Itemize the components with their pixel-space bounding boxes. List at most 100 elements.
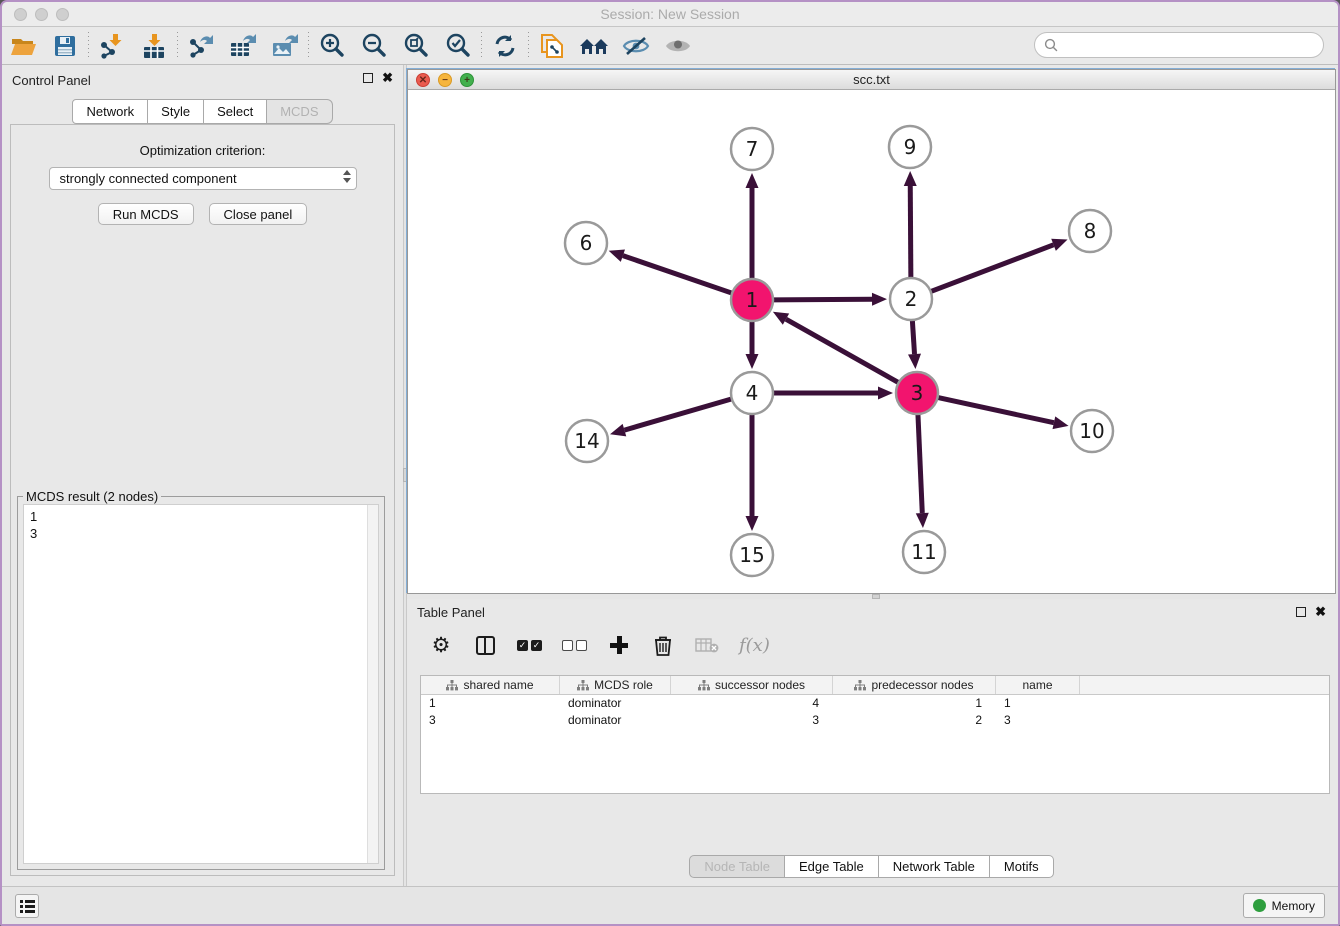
graph-node-label: 6 bbox=[580, 231, 593, 255]
save-session-icon[interactable] bbox=[44, 31, 86, 61]
zoom-in-icon[interactable] bbox=[311, 31, 353, 61]
memory-button[interactable]: Memory bbox=[1243, 893, 1325, 918]
column-view-icon[interactable] bbox=[473, 633, 497, 657]
search-icon bbox=[1044, 38, 1058, 52]
graph-node-label: 1 bbox=[746, 288, 759, 312]
criterion-dropdown[interactable]: strongly connected component bbox=[49, 167, 357, 190]
edge-arrow bbox=[609, 250, 625, 262]
cell-successor-nodes[interactable]: 3 bbox=[671, 712, 833, 729]
edge-4-14[interactable] bbox=[624, 399, 731, 430]
close-table-panel-icon[interactable]: ✖ bbox=[1315, 607, 1326, 617]
edge-arrow bbox=[904, 171, 917, 186]
graph-node-label: 4 bbox=[746, 381, 759, 405]
network-window: ✕ − + scc.txt 7968124314101511 bbox=[407, 69, 1336, 594]
open-file-icon[interactable] bbox=[2, 31, 44, 61]
delete-table-icon[interactable] bbox=[695, 633, 719, 657]
cell-shared-name[interactable]: 1 bbox=[421, 695, 560, 712]
edge-1-2[interactable] bbox=[773, 299, 872, 300]
float-table-panel-icon[interactable] bbox=[1296, 607, 1306, 617]
show-all-icon[interactable] bbox=[657, 31, 699, 61]
table-row[interactable]: 3dominator323 bbox=[421, 712, 1329, 729]
column-header-name[interactable]: name bbox=[996, 676, 1080, 694]
graph-node-label: 11 bbox=[911, 540, 936, 564]
cell-shared-name[interactable]: 3 bbox=[421, 712, 560, 729]
column-header-MCDS-role[interactable]: MCDS role bbox=[560, 676, 671, 694]
tab-motifs[interactable]: Motifs bbox=[990, 855, 1054, 878]
dropdown-stepper-icon bbox=[343, 170, 351, 183]
result-lines: 1 3 bbox=[30, 509, 37, 541]
import-network-icon[interactable] bbox=[91, 31, 133, 61]
node-table[interactable]: shared nameMCDS rolesuccessor nodesprede… bbox=[420, 675, 1330, 794]
export-table-icon[interactable] bbox=[222, 31, 264, 61]
export-network-icon[interactable] bbox=[180, 31, 222, 61]
result-scrollbar[interactable] bbox=[367, 505, 378, 863]
cell-MCDS-role[interactable]: dominator bbox=[560, 695, 671, 712]
control-panel: Control Panel ✖ NetworkStyleSelectMCDS O… bbox=[2, 65, 403, 886]
network-graph[interactable]: 7968124314101511 bbox=[408, 90, 1337, 593]
zoom-out-icon[interactable] bbox=[353, 31, 395, 61]
cell-predecessor-nodes[interactable]: 1 bbox=[833, 695, 996, 712]
zoom-fit-icon[interactable] bbox=[395, 31, 437, 61]
column-header-successor-nodes[interactable]: successor nodes bbox=[671, 676, 833, 694]
export-image-icon[interactable] bbox=[264, 31, 306, 61]
tab-network-table[interactable]: Network Table bbox=[879, 855, 990, 878]
tab-network[interactable]: Network bbox=[72, 99, 148, 124]
cell-name[interactable]: 1 bbox=[996, 695, 1080, 712]
graph-node-label: 10 bbox=[1079, 419, 1104, 443]
column-header-shared-name[interactable]: shared name bbox=[421, 676, 560, 694]
main-toolbar bbox=[2, 27, 1338, 65]
edge-2-3[interactable] bbox=[912, 320, 914, 354]
select-all-rows-icon[interactable]: ✓✓ bbox=[517, 633, 542, 657]
search-input[interactable] bbox=[1058, 38, 1323, 53]
tab-node-table[interactable]: Node Table bbox=[689, 855, 785, 878]
cell-MCDS-role[interactable]: dominator bbox=[560, 712, 671, 729]
deselect-all-rows-icon[interactable] bbox=[562, 633, 587, 657]
network-canvas[interactable]: 7968124314101511 bbox=[408, 90, 1335, 593]
cell-predecessor-nodes[interactable]: 2 bbox=[833, 712, 996, 729]
add-column-icon[interactable] bbox=[607, 633, 631, 657]
cell-successor-nodes[interactable]: 4 bbox=[671, 695, 833, 712]
edge-arrow bbox=[746, 354, 759, 369]
ndex-houses-icon[interactable] bbox=[573, 31, 615, 61]
cell-name[interactable]: 3 bbox=[996, 712, 1080, 729]
close-panel-button[interactable]: Close panel bbox=[209, 203, 308, 225]
table-row[interactable]: 1dominator411 bbox=[421, 695, 1329, 712]
task-history-button[interactable] bbox=[15, 894, 39, 918]
edge-3-10[interactable] bbox=[938, 397, 1054, 422]
mcds-result-text[interactable]: 1 3 bbox=[23, 504, 379, 864]
toolbar-separator bbox=[528, 32, 529, 60]
tab-style[interactable]: Style bbox=[148, 99, 204, 124]
search-box[interactable] bbox=[1034, 32, 1324, 58]
graph-node-label: 2 bbox=[905, 287, 918, 311]
close-panel-icon[interactable]: ✖ bbox=[382, 73, 393, 83]
edge-1-6[interactable] bbox=[623, 256, 732, 294]
hide-selected-icon[interactable] bbox=[615, 31, 657, 61]
tab-mcds[interactable]: MCDS bbox=[267, 99, 332, 124]
table-header-row[interactable]: shared nameMCDS rolesuccessor nodesprede… bbox=[421, 676, 1329, 695]
float-panel-icon[interactable] bbox=[363, 73, 373, 83]
window-title: Session: New Session bbox=[2, 6, 1338, 22]
column-header-predecessor-nodes[interactable]: predecessor nodes bbox=[833, 676, 996, 694]
function-builder-icon[interactable]: f(x) bbox=[739, 633, 770, 657]
run-mcds-button[interactable]: Run MCDS bbox=[98, 203, 194, 225]
graph-node-label: 15 bbox=[739, 543, 764, 567]
table-settings-icon[interactable]: ⚙ bbox=[429, 633, 453, 657]
zoom-selected-icon[interactable] bbox=[437, 31, 479, 61]
edge-2-9[interactable] bbox=[910, 186, 911, 278]
edge-arrow bbox=[1053, 416, 1069, 429]
import-table-icon[interactable] bbox=[133, 31, 175, 61]
clone-network-icon[interactable] bbox=[531, 31, 573, 61]
edge-2-8[interactable] bbox=[931, 245, 1054, 292]
edge-arrow bbox=[746, 516, 759, 531]
tab-select[interactable]: Select bbox=[204, 99, 267, 124]
tab-edge-table[interactable]: Edge Table bbox=[785, 855, 879, 878]
network-window-titlebar[interactable]: ✕ − + scc.txt bbox=[408, 70, 1335, 90]
delete-column-icon[interactable] bbox=[651, 633, 675, 657]
refresh-view-icon[interactable] bbox=[484, 31, 526, 61]
edge-3-11[interactable] bbox=[918, 414, 922, 513]
mcds-result-legend: MCDS result (2 nodes) bbox=[23, 489, 161, 504]
edge-3-1[interactable] bbox=[786, 319, 899, 383]
app-window: Session: New Session bbox=[0, 0, 1340, 926]
edge-arrow bbox=[916, 513, 929, 528]
mcds-panel: Optimization criterion: strongly connect… bbox=[10, 124, 395, 876]
